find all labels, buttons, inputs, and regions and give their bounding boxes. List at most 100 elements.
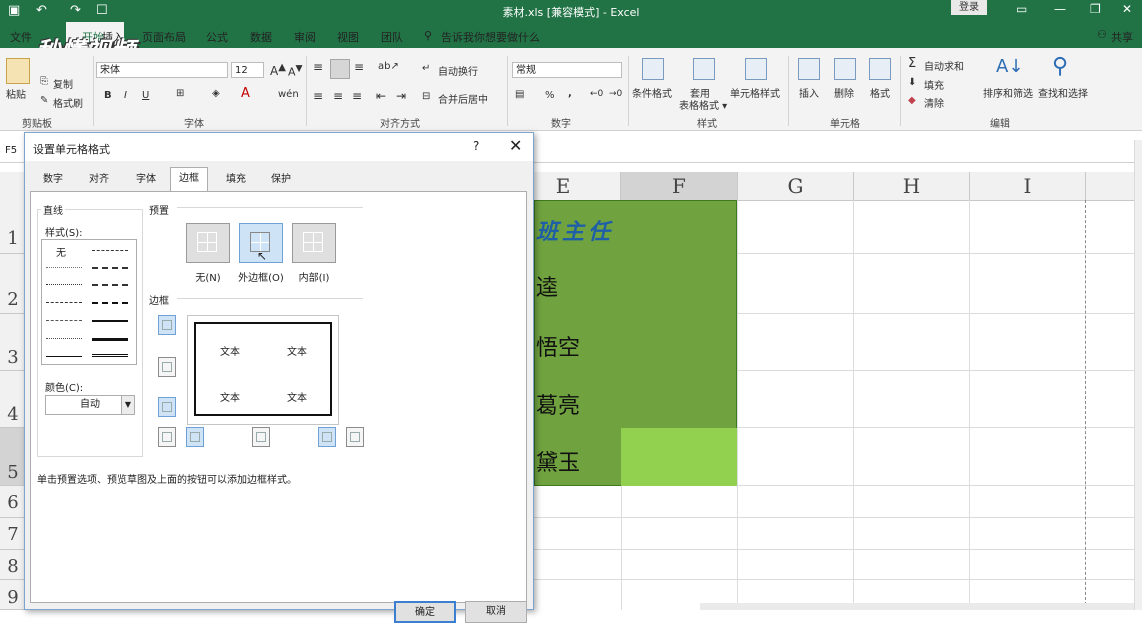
cell-e5[interactable]: 黛玉 (536, 445, 580, 477)
border-inside-horizontal-button[interactable] (158, 357, 176, 377)
line-style-option[interactable] (46, 284, 82, 285)
autosum-button[interactable]: 自动求和 (924, 58, 964, 73)
share-button[interactable]: 共享 (1111, 29, 1133, 45)
cell-e3[interactable]: 悟空 (536, 330, 580, 362)
cell-styles-button[interactable]: 单元格样式 (730, 85, 780, 100)
grow-font-icon[interactable]: A▲ (270, 62, 286, 78)
line-style-option[interactable] (92, 354, 128, 357)
decrease-decimal-icon[interactable]: →0 (609, 89, 622, 99)
line-style-option[interactable] (92, 267, 128, 269)
col-header-g[interactable]: G (738, 172, 854, 200)
number-format-select[interactable]: 常规 (512, 62, 622, 78)
increase-decimal-icon[interactable]: ←0 (590, 89, 603, 99)
line-style-option[interactable] (92, 320, 128, 322)
tab-page-layout[interactable]: 页面布局 (142, 29, 186, 45)
col-header-f[interactable]: F (621, 172, 738, 200)
delete-cells-button[interactable]: 删除 (834, 85, 854, 100)
font-name-select[interactable]: 宋体 (96, 62, 228, 78)
border-preview[interactable]: 文本 文本 文本 文本 (187, 315, 339, 425)
align-center-icon[interactable]: ≡ (333, 89, 343, 103)
cell-e4[interactable]: 葛亮 (536, 388, 580, 420)
border-diagonal-up-button[interactable] (158, 427, 176, 447)
line-style-option[interactable] (46, 338, 82, 339)
bold-button[interactable]: B (104, 90, 112, 101)
tab-review[interactable]: 审阅 (294, 29, 316, 45)
border-top-button[interactable] (158, 315, 176, 335)
paste-icon[interactable] (6, 58, 30, 84)
login-button[interactable]: 登录 (951, 0, 987, 15)
font-size-select[interactable]: 12 (231, 62, 264, 78)
border-inside-vertical-button[interactable] (252, 427, 270, 447)
tab-view[interactable]: 视图 (337, 29, 359, 45)
close-window-icon[interactable]: ✕ (1122, 2, 1132, 16)
tab-alignment[interactable]: 对齐 (81, 169, 117, 191)
row-header-5[interactable]: 5 (0, 428, 26, 486)
tab-border[interactable]: 边框 (170, 167, 208, 192)
minimize-icon[interactable]: — (1054, 2, 1066, 16)
horizontal-scrollbar[interactable] (700, 603, 1134, 610)
tell-me-box[interactable]: 告诉我你想要做什么 (441, 29, 540, 45)
line-style-option[interactable] (46, 356, 82, 357)
underline-button[interactable]: U (142, 90, 149, 101)
active-cell-f5[interactable] (621, 428, 737, 486)
tab-formulas[interactable]: 公式 (206, 29, 228, 45)
line-style-option[interactable] (92, 284, 128, 286)
row-header-1[interactable]: 1 (0, 200, 26, 254)
line-style-none[interactable]: 无 (56, 244, 66, 259)
italic-button[interactable]: I (124, 90, 127, 101)
help-button[interactable]: ? (473, 139, 479, 153)
paste-button[interactable]: 粘贴 (6, 86, 26, 101)
clear-button[interactable]: 清除 (924, 95, 944, 110)
fill-button[interactable]: 填充 (924, 77, 944, 92)
align-right-icon[interactable]: ≡ (352, 89, 362, 103)
conditional-format-button[interactable]: 条件格式 (632, 85, 672, 100)
comma-button[interactable]: , (568, 88, 572, 99)
copy-button[interactable]: 复制 (53, 76, 73, 91)
row-header-9[interactable]: 9 (0, 580, 26, 610)
row-header-2[interactable]: 2 (0, 254, 26, 314)
find-select-button[interactable]: 查找和选择 (1038, 85, 1088, 100)
insert-cells-button[interactable]: 插入 (799, 85, 819, 100)
table-format-label-2[interactable]: 表格格式 ▾ (679, 97, 727, 112)
ok-button[interactable]: 确定 (394, 601, 456, 623)
wrap-text-button[interactable]: 自动换行 (438, 63, 478, 78)
vertical-scrollbar[interactable] (1134, 140, 1142, 610)
border-diagonal-down-button[interactable] (346, 427, 364, 447)
border-bottom-button[interactable] (158, 397, 176, 417)
line-style-list[interactable]: 无 (41, 239, 137, 365)
increase-indent-icon[interactable]: ⇥ (396, 89, 406, 103)
format-painter-button[interactable]: 格式刷 (53, 95, 83, 110)
merge-center-button[interactable]: 合并后居中 (438, 91, 488, 106)
sort-filter-button[interactable]: 排序和筛选 (983, 85, 1033, 100)
tab-fill[interactable]: 填充 (218, 169, 254, 191)
cell-e2[interactable]: 逵 (536, 270, 558, 302)
align-top-icon[interactable]: ≡ (313, 60, 323, 74)
line-style-option[interactable] (92, 302, 128, 304)
line-style-option[interactable] (46, 267, 82, 268)
format-cells-button[interactable]: 格式 (870, 85, 890, 100)
ribbon-options-icon[interactable]: ▭ (1016, 2, 1027, 16)
row-header-7[interactable]: 7 (0, 518, 26, 550)
orientation-icon[interactable]: ab↗ (378, 61, 399, 72)
decrease-indent-icon[interactable]: ⇤ (376, 89, 386, 103)
line-style-option[interactable] (92, 338, 128, 341)
align-bottom-icon[interactable]: ≡ (354, 60, 364, 74)
dialog-title-bar[interactable]: 设置单元格格式 ? ✕ (25, 133, 533, 161)
accounting-icon[interactable]: ▤ (515, 89, 524, 100)
col-header-i[interactable]: I (970, 172, 1086, 200)
line-style-option[interactable] (46, 302, 82, 303)
cell-e1[interactable]: 班主任 (536, 214, 614, 246)
align-left-icon[interactable]: ≡ (313, 89, 323, 103)
phonetic-icon[interactable]: wén (278, 89, 299, 100)
fill-color-icon[interactable]: ◈ (212, 88, 220, 99)
line-style-option[interactable] (92, 250, 128, 251)
chevron-down-icon[interactable]: ▼ (121, 396, 134, 414)
borders-icon[interactable]: ⊞ (176, 88, 184, 99)
preset-inside-button[interactable] (292, 223, 336, 263)
border-left-button[interactable] (186, 427, 204, 447)
tab-protection[interactable]: 保护 (263, 169, 299, 191)
tab-file[interactable]: 文件 (10, 29, 32, 45)
preset-none-button[interactable] (186, 223, 230, 263)
row-header-8[interactable]: 8 (0, 550, 26, 580)
percent-button[interactable]: % (545, 90, 555, 101)
